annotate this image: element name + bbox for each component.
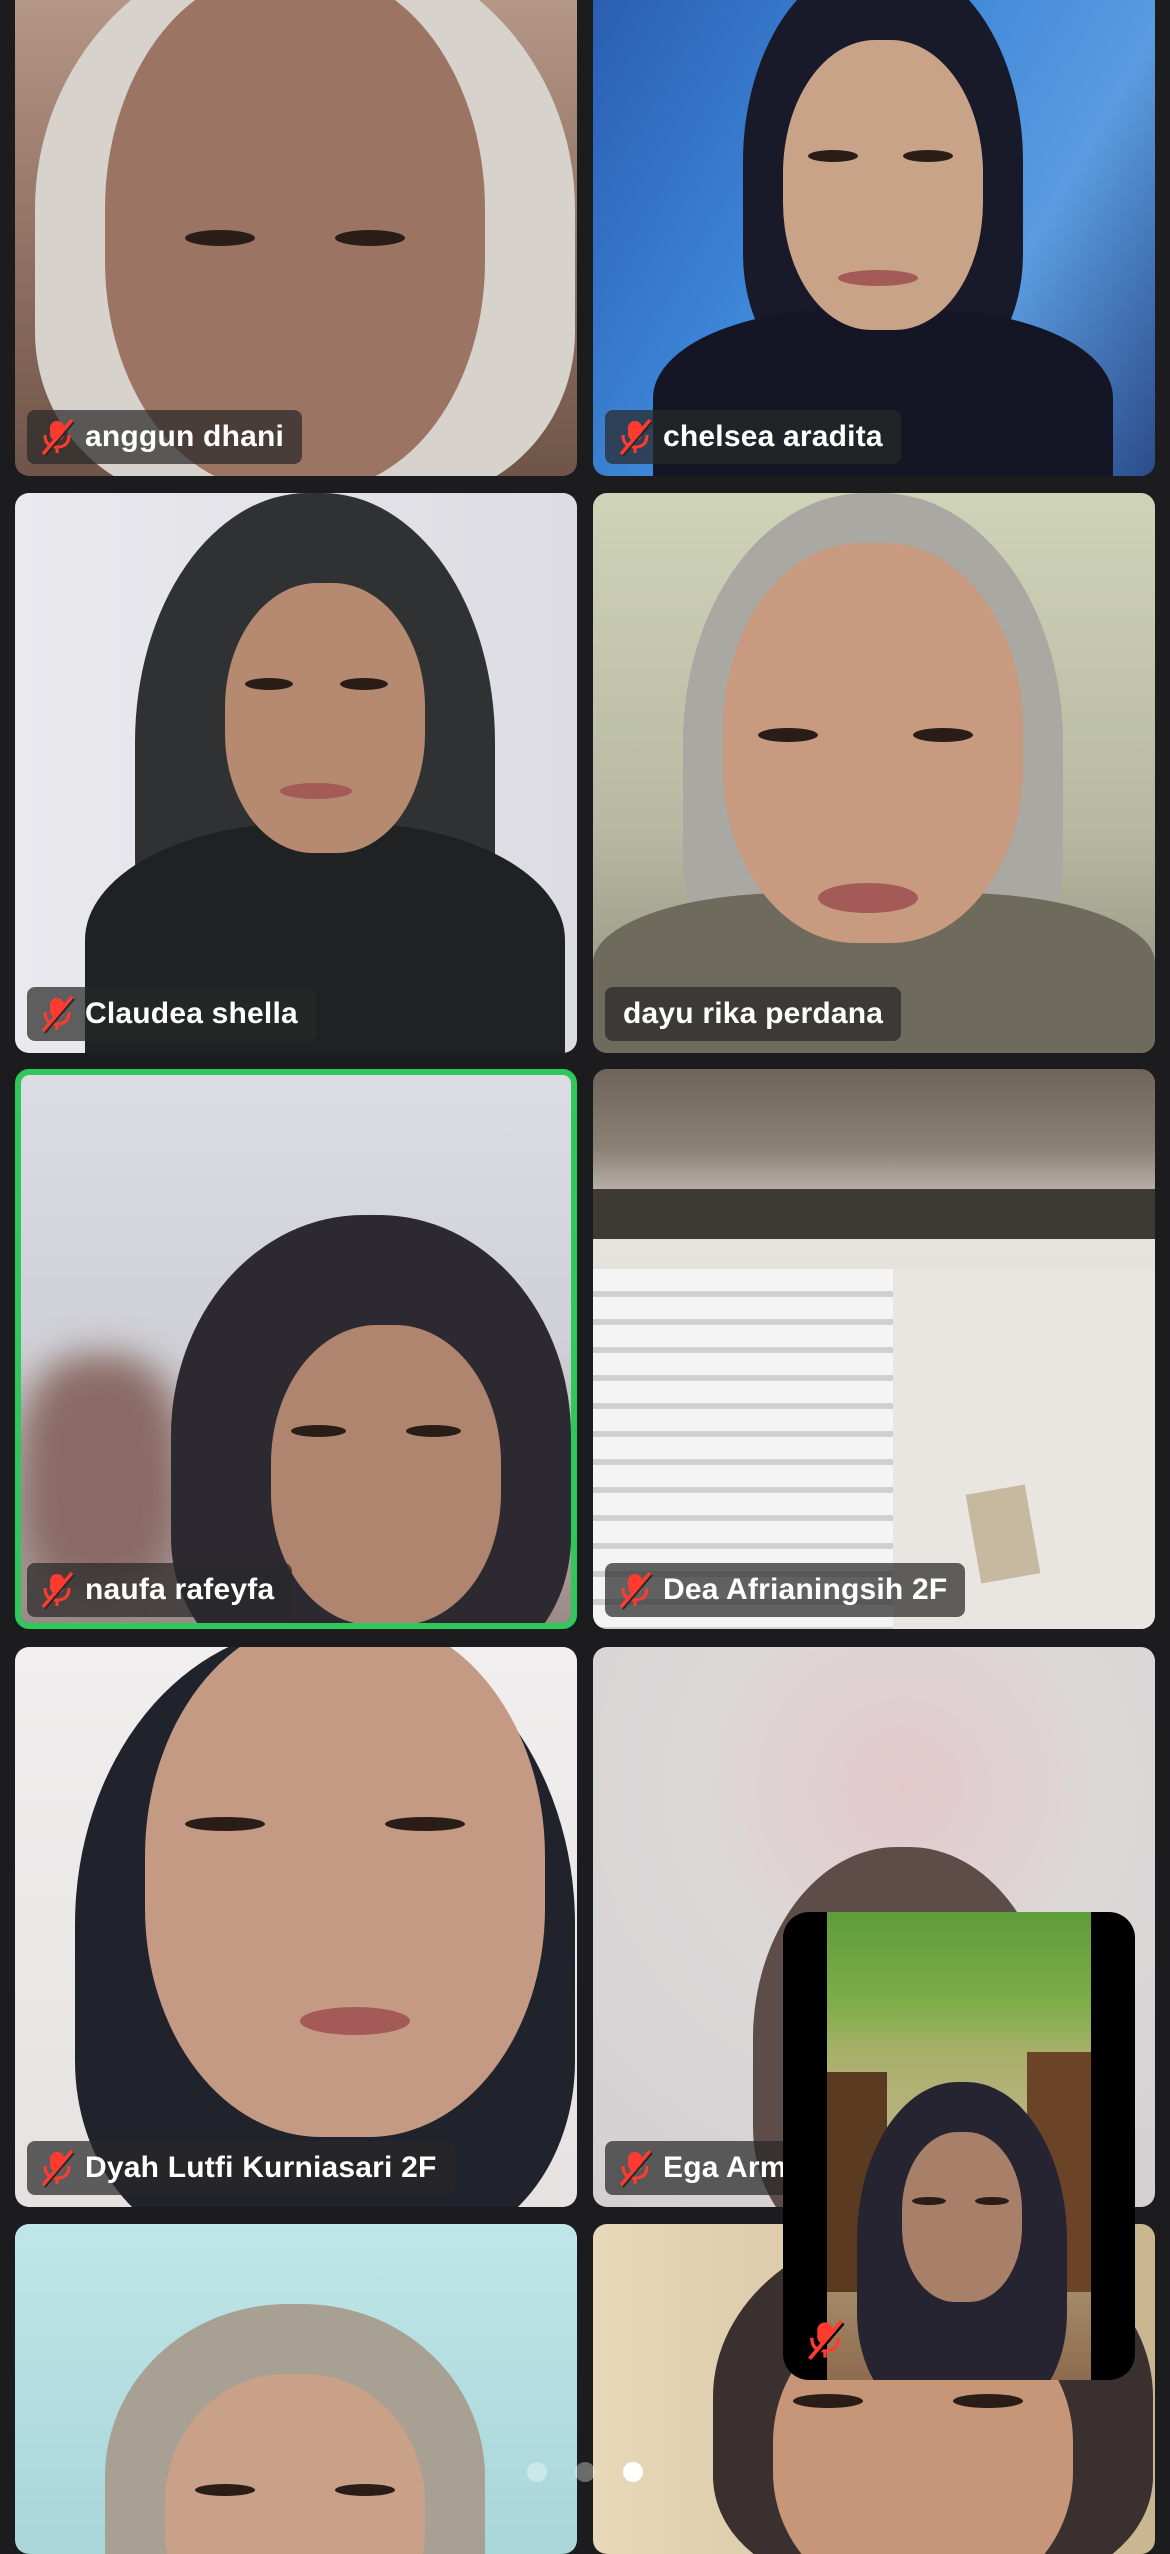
video-feed (15, 2224, 577, 2554)
mic-slash-icon (803, 2318, 847, 2362)
name-tag: naufa rafeyfa (27, 1563, 293, 1617)
mic-slash-icon (39, 2148, 75, 2188)
video-feed (593, 493, 1155, 1053)
name-tag: chelsea aradita (605, 410, 901, 464)
participant-tile-anggun-dhani[interactable]: anggun dhani (15, 0, 577, 476)
mic-slash-icon (617, 417, 653, 457)
self-view[interactable] (783, 1912, 1135, 2380)
page-dot-2[interactable] (575, 2462, 595, 2482)
participant-tile-claudea-shella[interactable]: Claudea shella (15, 493, 577, 1053)
page-indicator[interactable] (0, 2462, 1170, 2486)
video-feed (15, 0, 577, 476)
participant-tile-dyah-lutfi-kurniasari[interactable]: Dyah Lutfi Kurniasari 2F (15, 1647, 577, 2207)
mic-slash-icon (39, 994, 75, 1034)
mic-slash-icon (39, 1570, 75, 1610)
name-tag: Dyah Lutfi Kurniasari 2F (27, 2141, 455, 2195)
video-feed (15, 1647, 577, 2207)
participant-tile-9[interactable] (15, 2224, 577, 2554)
name-tag: anggun dhani (27, 410, 303, 464)
participant-name: anggun dhani (85, 420, 285, 453)
mic-slash-icon (617, 2148, 653, 2188)
participant-name: Dyah Lutfi Kurniasari 2F (85, 2151, 437, 2184)
name-tag: Claudea shella (27, 987, 316, 1041)
video-feed (593, 0, 1155, 476)
video-feed (21, 1075, 571, 1623)
name-tag: Dea Afrianingsih 2F (605, 1563, 966, 1617)
page-dot-1[interactable] (527, 2462, 547, 2482)
participant-name: chelsea aradita (663, 420, 883, 453)
participant-name: Claudea shella (85, 997, 298, 1030)
participant-tile-chelsea-aradita[interactable]: chelsea aradita (593, 0, 1155, 476)
participant-name: dayu rika perdana (623, 997, 884, 1030)
participant-name: Dea Afrianingsih 2F (663, 1573, 948, 1606)
mic-slash-icon (39, 417, 75, 457)
participant-name: Ega Arm (663, 2151, 787, 2184)
name-tag: Ega Arm (605, 2141, 805, 2195)
self-view-video (827, 1912, 1091, 2380)
mic-slash-icon (617, 1570, 653, 1610)
participant-tile-dea-afrianingsih[interactable]: Dea Afrianingsih 2F (593, 1069, 1155, 1629)
video-feed (15, 493, 577, 1053)
participant-name: naufa rafeyfa (85, 1573, 275, 1606)
participant-tile-dayu-rika-perdana[interactable]: dayu rika perdana (593, 493, 1155, 1053)
page-dot-3[interactable] (623, 2462, 643, 2482)
name-tag: dayu rika perdana (605, 987, 902, 1041)
participant-tile-naufa-rafeyfa[interactable]: naufa rafeyfa (15, 1069, 577, 1629)
video-feed (593, 1069, 1155, 1629)
